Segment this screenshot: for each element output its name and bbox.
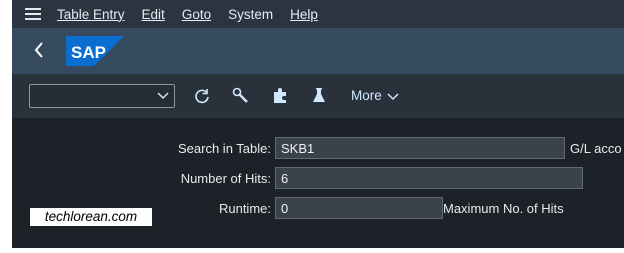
runtime-input[interactable]: 0 — [275, 197, 443, 219]
search-table-label: Search in Table: — [178, 141, 271, 156]
refresh-icon[interactable] — [193, 87, 211, 105]
menu-help[interactable]: Help — [290, 7, 318, 22]
menu-help-label: Help — [290, 6, 318, 22]
menu-edit[interactable]: Edit — [142, 7, 165, 22]
more-label: More — [351, 88, 382, 103]
chevron-down-icon — [387, 92, 399, 100]
menu-bar: Table Entry Edit Goto System Help — [12, 0, 624, 28]
menu-system-label: System — [228, 6, 274, 22]
runtime-value: 0 — [281, 201, 289, 216]
number-of-hits-row: Number of Hits: 6 — [12, 167, 624, 191]
command-select[interactable] — [29, 84, 175, 108]
puzzle-icon[interactable] — [271, 87, 289, 105]
number-of-hits-input[interactable]: 6 — [275, 167, 583, 189]
flask-icon[interactable] — [310, 87, 328, 105]
search-table-row: Search in Table: SKB1 G/L acco — [12, 137, 624, 161]
number-of-hits-value: 6 — [281, 171, 289, 186]
max-hits-label: Maximum No. of Hits — [443, 201, 564, 216]
menu-edit-label: Edit — [141, 6, 165, 22]
back-arrow-icon[interactable] — [34, 42, 44, 58]
chevron-down-icon — [157, 92, 169, 100]
watermark: techlorean.com — [30, 208, 152, 226]
menu-system[interactable]: System — [228, 7, 273, 22]
menu-goto[interactable]: Goto — [182, 7, 211, 22]
table-description: G/L acco — [570, 141, 622, 156]
hamburger-menu-icon[interactable] — [25, 8, 41, 20]
runtime-label: Runtime: — [218, 201, 271, 216]
shell-bar: SAP — [12, 28, 624, 74]
menu-table-entry-label: Table Entry — [57, 6, 125, 22]
search-table-value: SKB1 — [281, 141, 315, 156]
wrench-icon[interactable] — [232, 87, 250, 105]
menu-goto-label: Goto — [181, 6, 212, 22]
search-table-input[interactable]: SKB1 — [275, 137, 565, 159]
number-of-hits-label: Number of Hits: — [180, 171, 271, 186]
sap-logo: SAP — [66, 36, 124, 66]
sap-logo-text: SAP — [71, 43, 106, 62]
menu-table-entry[interactable]: Table Entry — [57, 7, 125, 22]
more-button[interactable]: More — [351, 88, 399, 103]
toolbar: More — [12, 74, 624, 118]
